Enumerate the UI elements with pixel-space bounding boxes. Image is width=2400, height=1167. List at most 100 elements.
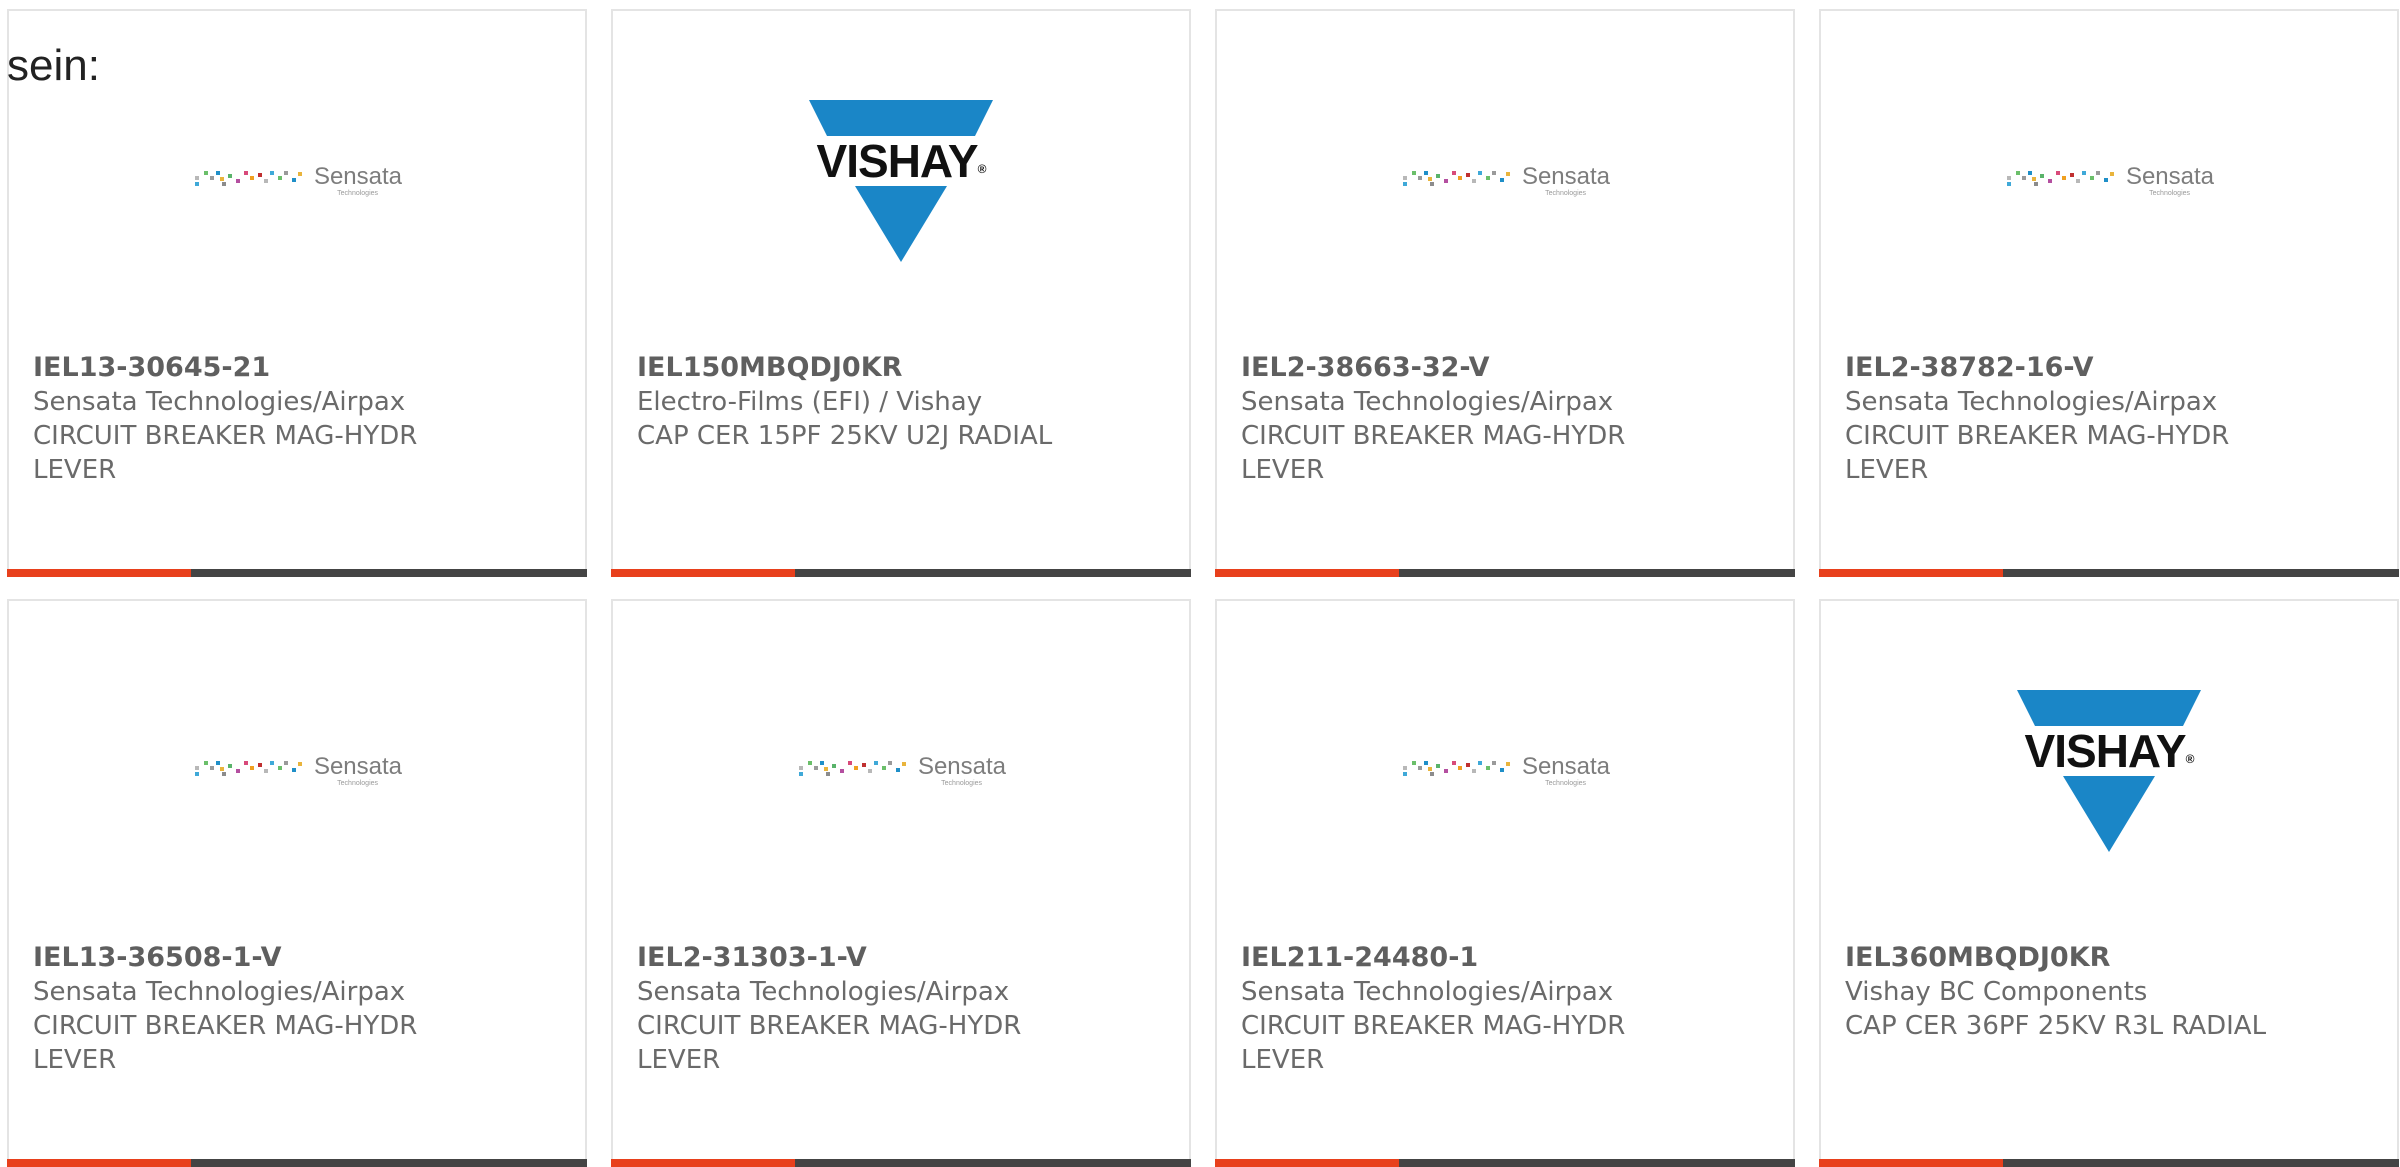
product-description-cont: LEVER bbox=[1241, 455, 1325, 485]
sensata-dots-icon bbox=[2006, 170, 2114, 186]
sensata-dot bbox=[813, 765, 818, 770]
sensata-dot bbox=[1411, 760, 1416, 765]
sensata-dot bbox=[219, 176, 224, 181]
sensata-dot bbox=[1429, 181, 1434, 186]
sensata-dot bbox=[1465, 762, 1470, 767]
product-description-cont: LEVER bbox=[637, 1045, 721, 1075]
sensata-dot bbox=[2075, 178, 2080, 183]
product-card[interactable]: Sensata Technologies IEL13-36508-1-V Sens… bbox=[7, 599, 587, 1167]
product-description: CAP CER 15PF 25KV U2J RADIAL bbox=[637, 421, 1053, 451]
sensata-dot bbox=[257, 172, 262, 177]
sensata-logo: Sensata Technologies bbox=[1400, 754, 1610, 788]
sensata-dot bbox=[1485, 175, 1490, 180]
sensata-dot bbox=[257, 762, 262, 767]
sensata-dot bbox=[1402, 175, 1407, 180]
part-number[interactable]: IEL13-36508-1-V bbox=[33, 941, 569, 975]
sensata-dot bbox=[1471, 178, 1476, 183]
vishay-registered-mark: ® bbox=[977, 162, 987, 176]
part-number[interactable]: IEL2-38663-32-V bbox=[1241, 351, 1777, 385]
sensata-dot bbox=[823, 766, 828, 771]
sensata-logo-name: Sensata bbox=[313, 752, 403, 780]
product-card[interactable]: Sensata Technologies IEL211-24480-1 Sensa… bbox=[1215, 599, 1795, 1167]
card-bottom-bar bbox=[611, 569, 1191, 577]
sensata-dot bbox=[1435, 763, 1440, 768]
sensata-dot bbox=[2006, 181, 2011, 186]
vishay-logo-name: VISHAY® bbox=[2009, 726, 2209, 784]
manufacturer-logo: Sensata Technologies bbox=[613, 681, 1189, 861]
sensata-dot bbox=[2006, 175, 2011, 180]
sensata-dot bbox=[243, 170, 248, 175]
manufacturer-name: Sensata Technologies/Airpax bbox=[33, 977, 406, 1007]
vishay-logo: VISHAY® bbox=[2009, 686, 2209, 856]
part-number[interactable]: IEL211-24480-1 bbox=[1241, 941, 1777, 975]
sensata-logo: Sensata Technologies bbox=[1400, 162, 1611, 198]
sensata-logo-name: Sensata bbox=[1521, 162, 1611, 190]
sensata-dot bbox=[269, 170, 274, 175]
sensata-dot bbox=[263, 178, 268, 183]
product-description: CIRCUIT BREAKER MAG-HYDR bbox=[1241, 1011, 1626, 1041]
product-card[interactable]: VISHAY® IEL360MBQDJ0KR Vishay BC Compone… bbox=[1819, 599, 2399, 1167]
part-number[interactable]: IEL150MBQDJ0KR bbox=[637, 351, 1173, 385]
sensata-dot bbox=[1402, 765, 1407, 770]
sensata-dot bbox=[2031, 176, 2036, 181]
sensata-dot bbox=[215, 760, 220, 765]
sensata-dot bbox=[291, 177, 296, 182]
sensata-dot bbox=[215, 170, 220, 175]
sensata-logo: Sensata Technologies bbox=[2004, 164, 2214, 198]
manufacturer-logo: VISHAY® bbox=[1821, 681, 2397, 861]
sensata-dot bbox=[1499, 177, 1504, 182]
sensata-dot bbox=[1435, 173, 1440, 178]
part-number[interactable]: IEL2-31303-1-V bbox=[637, 941, 1173, 975]
sensata-dots-icon bbox=[194, 760, 302, 776]
sensata-dots-icon bbox=[194, 170, 302, 186]
card-bottom-bar bbox=[7, 569, 587, 577]
sensata-dot bbox=[291, 767, 296, 772]
vishay-logo-name: VISHAY® bbox=[801, 136, 1001, 194]
sensata-dot bbox=[263, 768, 268, 773]
sensata-dot bbox=[2047, 178, 2052, 183]
sensata-dot bbox=[1505, 761, 1510, 766]
sensata-dot bbox=[1443, 768, 1448, 773]
product-card[interactable]: Sensata Technologies IEL2-38663-32-V Sens… bbox=[1215, 9, 1795, 577]
sensata-logo: Sensata Technologies bbox=[192, 752, 403, 788]
vishay-triangle-top bbox=[2017, 690, 2201, 726]
sensata-dot bbox=[227, 763, 232, 768]
sensata-dot bbox=[1457, 175, 1462, 180]
sensata-dot bbox=[819, 760, 824, 765]
sensata-dots-icon bbox=[1402, 170, 1510, 186]
product-info: IEL2-38782-16-V Sensata Technologies/Air… bbox=[1845, 351, 2381, 487]
manufacturer-logo: Sensata Technologies bbox=[9, 681, 585, 861]
sensata-dot bbox=[853, 765, 858, 770]
sensata-dot bbox=[1427, 176, 1432, 181]
sensata-dot bbox=[1443, 178, 1448, 183]
sensata-dot bbox=[881, 765, 886, 770]
sensata-dot bbox=[209, 765, 214, 770]
card-accent-bar bbox=[1215, 1159, 1399, 1167]
sensata-dot bbox=[1477, 760, 1482, 765]
sensata-dot bbox=[1411, 170, 1416, 175]
product-info: IEL13-30645-21 Sensata Technologies/Airp… bbox=[33, 351, 569, 487]
product-info: IEL2-38663-32-V Sensata Technologies/Air… bbox=[1241, 351, 1777, 487]
card-bottom-bar bbox=[1819, 569, 2399, 577]
product-card[interactable]: Sensata Technologies IEL2-31303-1-V Sensa… bbox=[611, 599, 1191, 1167]
sensata-dot bbox=[1477, 170, 1482, 175]
manufacturer-name: Sensata Technologies/Airpax bbox=[1845, 387, 2218, 417]
product-card[interactable]: VISHAY® IEL150MBQDJ0KR Electro-Films (EF… bbox=[611, 9, 1191, 577]
sensata-dot bbox=[1402, 771, 1407, 776]
part-number[interactable]: IEL360MBQDJ0KR bbox=[1845, 941, 2381, 975]
part-number[interactable]: IEL13-30645-21 bbox=[33, 351, 569, 385]
sensata-dot bbox=[1423, 170, 1428, 175]
manufacturer-name: Sensata Technologies/Airpax bbox=[33, 387, 406, 417]
sensata-dot bbox=[249, 175, 254, 180]
sensata-logo-sub: Technologies bbox=[337, 779, 379, 787]
sensata-dot bbox=[194, 771, 199, 776]
sensata-dot bbox=[1423, 760, 1428, 765]
sensata-dot bbox=[1402, 181, 1407, 186]
product-description-cont: LEVER bbox=[33, 1045, 117, 1075]
product-card[interactable]: Sensata Technologies IEL2-38782-16-V Sens… bbox=[1819, 9, 2399, 577]
part-number[interactable]: IEL2-38782-16-V bbox=[1845, 351, 2381, 385]
sensata-dot bbox=[235, 178, 240, 183]
sensata-dot bbox=[1505, 171, 1510, 176]
sensata-dot bbox=[2039, 173, 2044, 178]
card-accent-bar bbox=[611, 569, 795, 577]
